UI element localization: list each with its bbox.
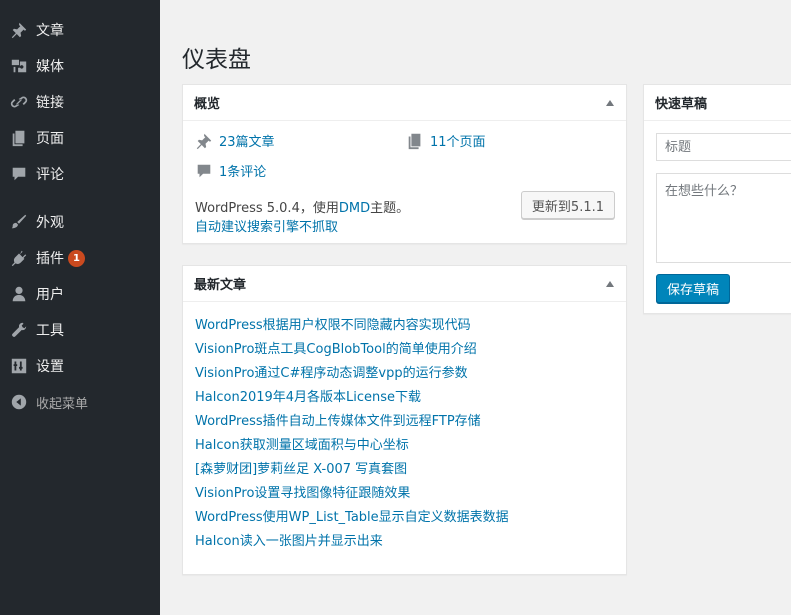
sidebar-item-users[interactable]: 用户 <box>0 276 160 312</box>
list-item[interactable]: [森萝财团]萝莉丝足 X-007 写真套图 <box>195 458 614 482</box>
plugin-icon <box>9 248 29 268</box>
sidebar-item-settings[interactable]: 设置 <box>0 348 160 384</box>
list-item[interactable]: VisionPro通过C#程序动态调整vpp的运行参数 <box>195 362 614 386</box>
posts-count-label: 23篇文章 <box>219 135 275 150</box>
recent-posts-widget: 最新文章 WordPress根据用户权限不同隐藏内容实现代码 VisionPro… <box>182 265 627 575</box>
widget-title: 概览 <box>194 97 221 112</box>
widget-header: 概览 <box>183 85 626 121</box>
page-title: 仪表盘 <box>182 47 251 73</box>
sidebar-item-label: 工具 <box>36 323 64 339</box>
link-icon <box>9 92 29 112</box>
media-icon <box>9 56 29 76</box>
comment-icon <box>197 164 211 177</box>
draft-title-input[interactable] <box>656 133 791 161</box>
pages-icon <box>408 133 421 149</box>
comment-icon <box>9 164 29 184</box>
sidebar-item-label: 媒体 <box>36 59 64 75</box>
widget-header: 最新文章 <box>183 266 626 302</box>
sidebar-item-label: 收起菜单 <box>36 396 89 412</box>
update-count-badge: 1 <box>68 249 85 267</box>
collapse-arrow-icon <box>9 392 29 412</box>
sidebar-item-label: 评论 <box>36 167 64 183</box>
list-item[interactable]: Halcon读入一张图片并显示出来 <box>195 530 614 554</box>
widget-title: 最新文章 <box>194 278 247 293</box>
paintbrush-icon <box>9 212 29 232</box>
update-core-button[interactable]: 更新到5.1.1 <box>520 191 615 219</box>
sidebar-item-label: 链接 <box>36 95 64 111</box>
list-item[interactable]: Halcon获取测量区域面积与中心坐标 <box>195 434 614 458</box>
save-draft-button[interactable]: 保存草稿 <box>656 274 731 303</box>
sidebar-item-label: 文章 <box>36 23 64 39</box>
user-icon <box>9 284 29 304</box>
posts-count-link[interactable]: 23篇文章 <box>195 131 275 150</box>
sidebar-item-links[interactable]: 链接 <box>0 84 160 120</box>
at-a-glance-widget: 概览 23篇文章 11个页面 1条评论 WordPress 5.0.4，使用DM… <box>182 84 627 244</box>
list-item[interactable]: WordPress使用WP_List_Table显示自定义数据表数据 <box>195 506 614 530</box>
sidebar-item-appearance[interactable]: 外观 <box>0 204 160 240</box>
comments-count-label: 1条评论 <box>219 165 267 180</box>
pages-icon <box>9 128 29 148</box>
search-engine-notice-link[interactable]: 自动建议搜索引擎不抓取 <box>195 216 338 235</box>
admin-sidebar: 文章 媒体 链接 页面 评论 外观 插件 1 用户 工具 设置 收起菜单 <box>0 0 160 615</box>
collapse-menu-button[interactable]: 收起菜单 <box>0 384 160 420</box>
sidebar-item-label: 用户 <box>36 287 64 303</box>
comments-count-link[interactable]: 1条评论 <box>195 161 266 180</box>
sidebar-item-tools[interactable]: 工具 <box>0 312 160 348</box>
list-item[interactable]: VisionPro斑点工具CogBlobTool的简单使用介绍 <box>195 338 614 362</box>
settings-sliders-icon <box>9 356 29 376</box>
sidebar-item-plugins[interactable]: 插件 1 <box>0 240 160 276</box>
list-item[interactable]: WordPress根据用户权限不同隐藏内容实现代码 <box>195 314 614 338</box>
pin-icon <box>9 20 29 40</box>
quick-draft-widget: 快速草稿 保存草稿 <box>643 84 791 314</box>
pages-count-label: 11个页面 <box>430 135 486 150</box>
list-item[interactable]: Halcon2019年4月各版本License下载 <box>195 386 614 410</box>
draft-content-textarea[interactable] <box>656 173 791 263</box>
collapse-toggle-icon[interactable] <box>606 99 614 106</box>
sidebar-item-label: 插件 <box>36 251 64 267</box>
pages-count-link[interactable]: 11个页面 <box>406 131 486 150</box>
sidebar-item-pages[interactable]: 页面 <box>0 120 160 156</box>
pin-icon <box>196 133 212 149</box>
sidebar-item-media[interactable]: 媒体 <box>0 48 160 84</box>
list-item[interactable]: WordPress插件自动上传媒体文件到远程FTP存储 <box>195 410 614 434</box>
collapse-toggle-icon[interactable] <box>606 280 614 287</box>
sidebar-item-label: 外观 <box>36 215 64 231</box>
list-item[interactable]: VisionPro设置寻找图像特征跟随效果 <box>195 482 614 506</box>
sidebar-item-posts[interactable]: 文章 <box>0 12 160 48</box>
sidebar-item-label: 设置 <box>36 359 64 375</box>
theme-link[interactable]: DMD <box>339 201 370 216</box>
wrench-icon <box>9 320 29 340</box>
version-info: WordPress 5.0.4，使用DMD主题。 <box>195 201 410 216</box>
sidebar-item-comments[interactable]: 评论 <box>0 156 160 192</box>
widget-header: 快速草稿 <box>644 85 791 121</box>
sidebar-item-label: 页面 <box>36 131 64 147</box>
recent-posts-list: WordPress根据用户权限不同隐藏内容实现代码 VisionPro斑点工具C… <box>183 302 626 554</box>
widget-title: 快速草稿 <box>655 97 708 112</box>
